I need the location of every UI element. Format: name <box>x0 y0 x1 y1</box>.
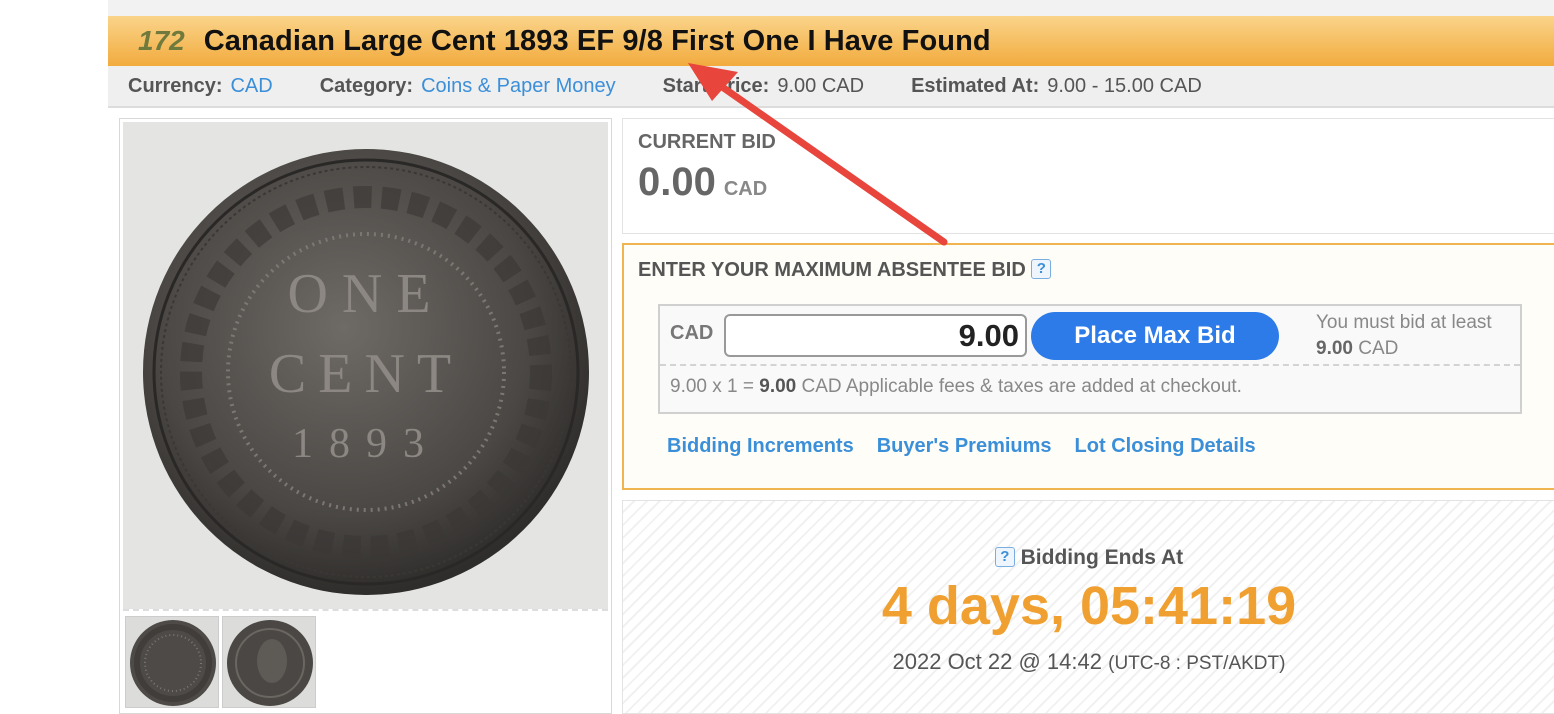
calc-total: 9.00 <box>759 376 797 397</box>
min-note-text: You must bid at least <box>1316 312 1492 333</box>
bid-currency-label: CAD <box>670 322 714 344</box>
bid-form: CAD 9.00 Place Max Bid You must bid at l… <box>658 304 1522 414</box>
coin-text-one: ONE <box>287 263 444 325</box>
absentee-heading: ENTER YOUR MAXIMUM ABSENTEE BID ? <box>638 259 1052 282</box>
end-date-text: 2022 Oct 22 @ 14:42 <box>892 649 1102 674</box>
end-date: 2022 Oct 22 @ 14:42 (UTC-8 : PST/AKDT) <box>623 649 1554 675</box>
lot-title: Canadian Large Cent 1893 EF 9/8 First On… <box>203 24 991 57</box>
calc-suffix: CAD Applicable fees & taxes are added at… <box>801 376 1242 397</box>
meta-estimate: Estimated At: 9.00 - 15.00 CAD <box>911 75 1202 98</box>
bidding-increments-link[interactable]: Bidding Increments <box>667 435 854 457</box>
current-bid-panel: CURRENT BID 0.00 CAD <box>622 118 1554 234</box>
category-link[interactable]: Coins & Paper Money <box>421 75 616 97</box>
place-max-bid-button[interactable]: Place Max Bid <box>1031 312 1279 360</box>
thumbnail-row <box>123 609 608 709</box>
bid-calculation: 9.00 x 1 = 9.00 CAD Applicable fees & ta… <box>670 376 1242 398</box>
end-timezone: (UTC-8 : PST/AKDT) <box>1108 653 1286 674</box>
lot-title-bar: 172 Canadian Large Cent 1893 EF 9/8 Firs… <box>108 16 1554 66</box>
help-icon[interactable]: ? <box>994 547 1015 567</box>
current-bid-value: 0.00 CAD <box>638 160 1539 205</box>
max-bid-input[interactable]: 9.00 <box>724 314 1027 357</box>
minimum-bid-note: You must bid at least 9.00 CAD <box>1316 310 1520 362</box>
estimated-value: 9.00 - 15.00 CAD <box>1047 74 1202 97</box>
current-bid-label: CURRENT BID <box>638 131 776 153</box>
bidding-ends-label: Bidding Ends At <box>1020 546 1184 569</box>
currency-link[interactable]: CAD <box>230 75 272 97</box>
meta-start-price: Start Price: 9.00 CAD <box>663 75 864 98</box>
image-gallery: ONE CENT 1893 <box>119 118 612 714</box>
meta-category: Category: Coins & Paper Money <box>320 75 616 98</box>
lot-closing-details-link[interactable]: Lot Closing Details <box>1075 435 1256 457</box>
category-label: Category: <box>319 74 414 97</box>
thumbnail-reverse[interactable] <box>222 616 316 708</box>
min-bid-currency: CAD <box>1358 338 1399 359</box>
meta-currency: Currency: CAD <box>128 75 273 98</box>
countdown-timer: 4 days, 05:41:19 <box>881 576 1297 636</box>
start-price-label: Start Price: <box>662 74 770 97</box>
current-bid-currency: CAD <box>723 178 768 200</box>
current-bid-amount: 0.00 <box>638 160 716 204</box>
lot-number: 172 <box>138 25 185 56</box>
calc-prefix: 9.00 x 1 = <box>670 376 754 397</box>
absentee-bid-panel: ENTER YOUR MAXIMUM ABSENTEE BID ? CAD 9.… <box>622 243 1554 490</box>
main-coin-image[interactable]: ONE CENT 1893 <box>123 122 608 609</box>
bidding-ends-heading: ? Bidding Ends At <box>623 546 1554 570</box>
absentee-links: Bidding Increments Buyer's Premiums Lot Cl… <box>667 435 1279 458</box>
currency-label: Currency: <box>128 74 223 97</box>
min-bid-amount: 9.00 <box>1316 338 1353 359</box>
bid-form-row: CAD 9.00 Place Max Bid You must bid at l… <box>660 306 1520 366</box>
lot-page: 172 Canadian Large Cent 1893 EF 9/8 Firs… <box>0 0 1554 714</box>
lot-meta-bar: Currency: CAD Category: Coins & Paper Mone… <box>108 66 1554 108</box>
start-price-value: 9.00 CAD <box>777 74 865 97</box>
buyers-premiums-link[interactable]: Buyer's Premiums <box>877 435 1052 457</box>
absentee-heading-text: ENTER YOUR MAXIMUM ABSENTEE BID <box>638 259 1026 281</box>
coin-text-year: 1893 <box>292 421 440 467</box>
coin-text-cent: CENT <box>269 343 463 405</box>
help-icon[interactable]: ? <box>1031 259 1052 279</box>
estimated-label: Estimated At: <box>911 74 1040 97</box>
top-strip <box>108 0 1554 16</box>
thumbnail-obverse[interactable] <box>125 616 219 708</box>
bidding-ends-panel: ? Bidding Ends At 4 days, 05:41:19 2022 … <box>622 500 1554 714</box>
